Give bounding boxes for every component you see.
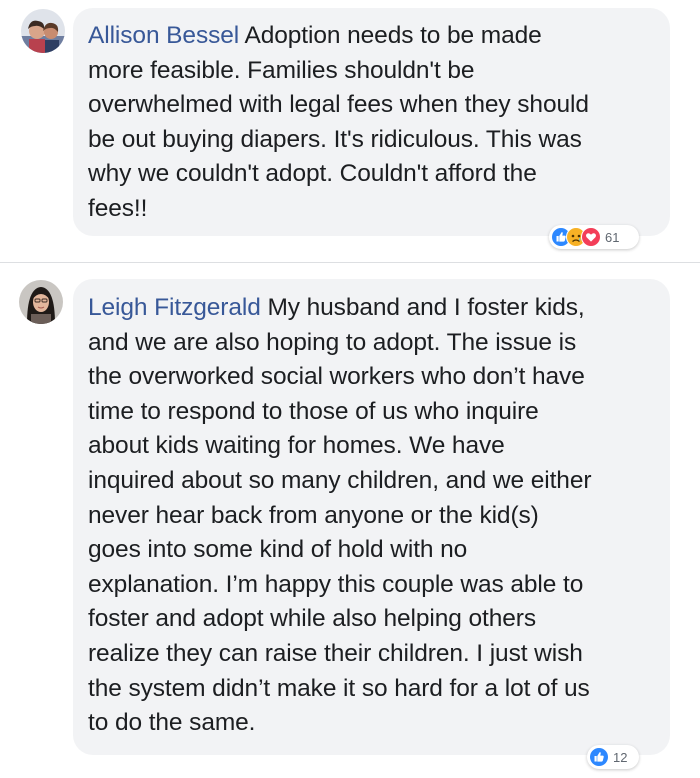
comment-text: Leigh Fitzgerald My husband and I foster… xyxy=(88,291,665,741)
comment-line: overwhelmed with legal fees when they sh… xyxy=(88,91,589,119)
comment-line: and we are also hoping to adopt. The iss… xyxy=(88,328,577,356)
comment-leigh-fitzgerald: Leigh Fitzgerald My husband and I foster… xyxy=(0,264,700,778)
divider xyxy=(0,262,700,263)
comment-line: realize they can raise their children. I… xyxy=(88,639,583,667)
avatar[interactable] xyxy=(21,9,65,53)
love-icon xyxy=(581,227,601,247)
comment-line: never hear back from anyone or the kid(s… xyxy=(88,501,539,529)
comment-line: goes into some kind of hold with no xyxy=(88,536,468,564)
comment-line: more feasible. Families shouldn't be xyxy=(88,56,475,84)
comment-bubble: Leigh Fitzgerald My husband and I foster… xyxy=(73,279,670,755)
comment-line: the overworked social workers who don’t … xyxy=(88,363,585,391)
comment-author[interactable]: Leigh Fitzgerald xyxy=(88,294,261,321)
comment-line: why we couldn't adopt. Couldn't afford t… xyxy=(88,160,537,188)
comment-allison-bessel: Allison Bessel Adoption needs to be made… xyxy=(0,0,700,262)
reaction-count: 12 xyxy=(613,749,628,765)
reactions-summary[interactable]: 12 xyxy=(587,745,639,769)
reaction-count: 61 xyxy=(605,229,620,245)
comment-line: My husband and I foster kids, xyxy=(267,294,585,321)
comment-line: time to respond to those of us who inqui… xyxy=(88,397,539,425)
comment-line: inquired about so many children, and we … xyxy=(88,466,592,494)
comment-line: explanation. I’m happy this couple was a… xyxy=(88,570,584,598)
comment-author[interactable]: Allison Bessel xyxy=(88,22,239,49)
avatar[interactable] xyxy=(19,280,63,324)
comment-line: to do the same. xyxy=(88,709,256,737)
comment-text: Allison Bessel Adoption needs to be made… xyxy=(88,19,663,227)
comment-line: be out buying diapers. It's ridiculous. … xyxy=(88,125,582,153)
comment-bubble: Allison Bessel Adoption needs to be made… xyxy=(73,8,670,236)
reactions-summary[interactable]: 61 xyxy=(549,225,639,249)
like-icon xyxy=(589,747,609,767)
comment-line: about kids waiting for homes. We have xyxy=(88,432,505,460)
comment-line: foster and adopt while also helping othe… xyxy=(88,605,536,633)
avatar-photo xyxy=(21,9,65,53)
comment-line: the system didn’t make it so hard for a … xyxy=(88,674,590,702)
avatar-photo xyxy=(19,280,63,324)
comment-line: fees!! xyxy=(88,194,148,222)
comment-line: Adoption needs to be made xyxy=(244,22,542,49)
